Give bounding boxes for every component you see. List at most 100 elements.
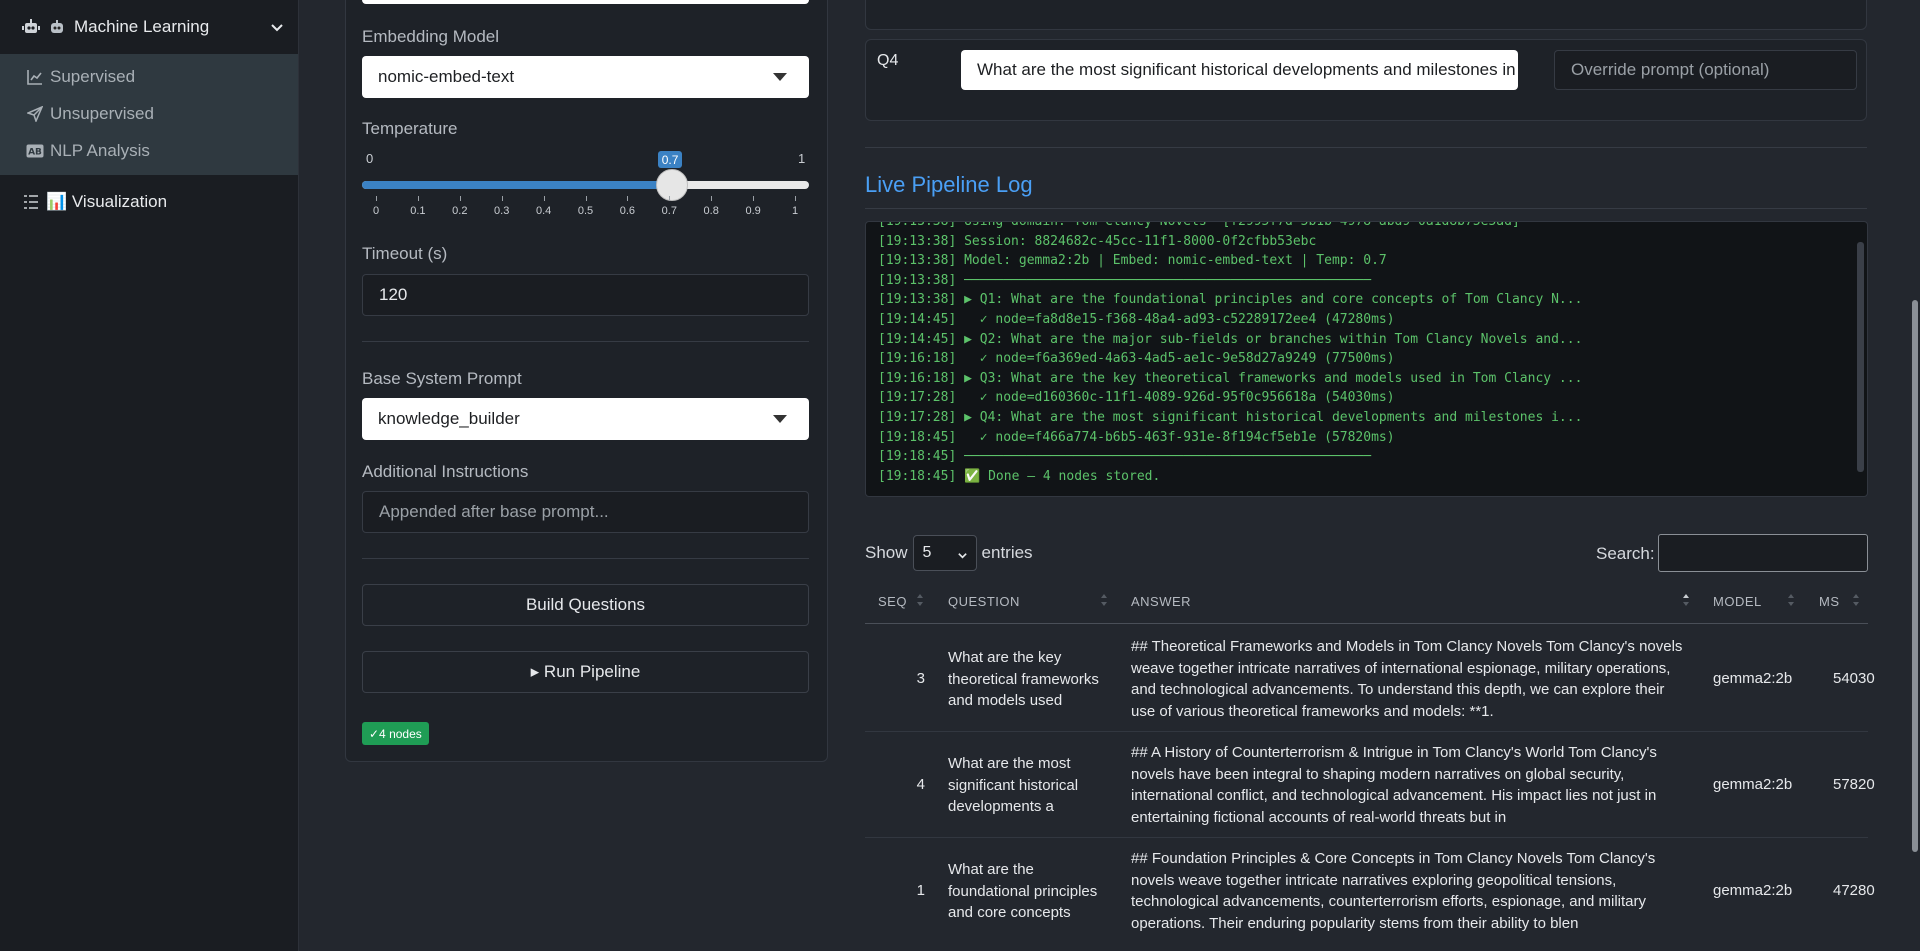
slider-tick-label: 0.6 — [619, 205, 636, 217]
log-line: [19:13:38] Using domain: Tom Clancy Nove… — [878, 221, 1520, 229]
row-divider — [865, 731, 1868, 732]
log-line: [19:18:45] ─────────────────────────────… — [878, 449, 1372, 465]
additional-instructions-placeholder: Appended after base prompt... — [379, 502, 609, 521]
svg-text:AB: AB — [28, 147, 42, 157]
sidebar-group-label: Machine Learning — [74, 17, 210, 36]
run-pipeline-button[interactable]: ▸ Run Pipeline — [362, 651, 809, 693]
cell-model: gemma2:2b — [1713, 882, 1793, 899]
question-input[interactable]: What are the most significant historical… — [961, 50, 1518, 90]
slider-tick — [376, 196, 377, 201]
override-prompt-input[interactable]: Override prompt (optional) — [1554, 50, 1857, 90]
table-header-divider — [865, 623, 1868, 624]
slider-tick — [795, 196, 796, 201]
robot-icon — [22, 18, 40, 36]
line-chart-icon — [26, 68, 44, 86]
cell-model: gemma2:2b — [1713, 670, 1793, 687]
divider — [865, 147, 1867, 148]
temperature-label: Temperature — [362, 119, 458, 138]
embedding-model-select[interactable]: nomic-embed-text — [362, 56, 809, 98]
divider — [865, 208, 1867, 209]
temperature-slider-track[interactable] — [362, 181, 809, 189]
sidebar-submenu: Supervised Unsupervised AB NLP Analysis — [0, 54, 298, 175]
slider-tick — [627, 196, 629, 201]
sidebar-item-supervised[interactable]: Supervised — [0, 58, 298, 95]
slider-tick — [753, 196, 755, 201]
temperature-value-badge: 0.7 — [657, 151, 683, 168]
timeout-value: 120 — [379, 285, 408, 304]
log-line: [19:17:28] ▶ Q4: What are the most signi… — [878, 410, 1583, 425]
override-prompt-placeholder: Override prompt (optional) — [1571, 60, 1770, 79]
slider-tick — [711, 196, 713, 201]
caret-down-icon — [773, 415, 787, 423]
temperature-slider-handle[interactable] — [655, 169, 688, 201]
top-select-cutoff[interactable] — [362, 0, 809, 4]
caret-down-icon — [773, 73, 787, 81]
slider-tick — [501, 196, 503, 201]
sidebar-item-nlp-analysis[interactable]: AB NLP Analysis — [0, 132, 298, 169]
nodes-status-badge: ✓4 nodes — [362, 722, 429, 745]
robot-emoji-icon — [48, 18, 66, 36]
entries-per-page-value: 5 — [922, 544, 932, 561]
column-header-ms[interactable]: MS — [1819, 594, 1840, 609]
sidebar-group-machine-learning[interactable]: Machine Learning — [0, 0, 298, 54]
question-value: What are the most significant historical… — [977, 60, 1518, 79]
temperature-max: 1 — [798, 151, 806, 166]
sort-icon[interactable] — [1852, 591, 1860, 609]
slider-tick-label: 0.1 — [410, 205, 426, 217]
chevron-down-icon[interactable] — [270, 20, 284, 34]
slider-tick — [669, 196, 671, 201]
sidebar-item-visualization[interactable]: 📊 Visualization — [0, 175, 298, 229]
sidebar: Machine Learning Supervised Unsupervised… — [0, 0, 299, 951]
cell-ms: 57820 — [1833, 776, 1875, 793]
page-scrollbar[interactable] — [1912, 300, 1918, 852]
log-line: [19:13:38] ─────────────────────────────… — [878, 272, 1372, 288]
timeout-input[interactable]: 120 — [362, 274, 809, 316]
slider-tick — [459, 196, 461, 201]
chevron-down-icon — [957, 548, 968, 566]
divider — [362, 558, 809, 559]
slider-tick — [417, 196, 419, 201]
sidebar-item-label: Unsupervised — [50, 103, 154, 123]
embedding-model-label: Embedding Model — [362, 27, 500, 46]
additional-instructions-label: Additional Instructions — [362, 462, 529, 481]
cell-question: What are the foundational principles and… — [948, 861, 1098, 921]
log-line: [19:13:38] Model: gemma2:2b | Embed: nom… — [878, 253, 1387, 269]
cell-model: gemma2:2b — [1713, 776, 1793, 793]
base-prompt-value: knowledge_builder — [378, 409, 520, 428]
slider-tick-label: 0.5 — [577, 205, 594, 217]
sidebar-item-label: NLP Analysis — [50, 140, 150, 160]
additional-instructions-input[interactable]: Appended after base prompt... — [362, 491, 809, 533]
temperature-min: 0 — [366, 151, 374, 166]
column-header-question[interactable]: QUESTION — [948, 594, 1020, 609]
sidebar-item-unsupervised[interactable]: Unsupervised — [0, 95, 298, 132]
entries-per-page-select[interactable]: 5 — [912, 535, 977, 571]
log-line: [19:18:45] ✅ Done — 4 nodes stored. — [878, 468, 1161, 484]
slider-tick-label: 0.2 — [452, 205, 468, 217]
sidebar-item-label: Supervised — [50, 66, 136, 86]
entries-label: entries — [981, 543, 1033, 562]
cell-answer: ## Foundation Principles & Core Concepts… — [1131, 850, 1656, 932]
slider-tick-label: 0.9 — [745, 205, 761, 217]
search-input[interactable] — [1658, 534, 1868, 572]
sort-icon[interactable] — [916, 591, 924, 609]
log-line: [19:14:45] ▶ Q2: What are the major sub-… — [878, 331, 1583, 347]
sort-ascending-icon[interactable] — [1682, 591, 1690, 609]
log-scrollbar[interactable] — [1857, 242, 1864, 472]
sort-icon[interactable] — [1787, 591, 1795, 609]
sort-icon[interactable] — [1100, 591, 1108, 609]
base-prompt-select[interactable]: knowledge_builder — [362, 398, 809, 440]
column-header-seq[interactable]: SEQ — [878, 594, 907, 609]
timeout-label: Timeout (s) — [362, 244, 448, 263]
pipeline-log[interactable]: [19:13:38] Using domain: Tom Clancy Nove… — [865, 221, 1868, 497]
log-line: [19:14:45] ✓ node=fa8d8e15-f368-48a4-ad9… — [878, 312, 1395, 327]
log-line: [19:13:38] ▶ Q1: What are the foundation… — [878, 292, 1583, 308]
log-line: [19:16:18] ✓ node=f6a369ed-4a63-4ad5-ae1… — [878, 351, 1395, 367]
column-header-answer[interactable]: ANSWER — [1131, 594, 1191, 609]
divider — [362, 341, 809, 342]
log-line: [19:16:18] ▶ Q3: What are the key theore… — [878, 370, 1583, 386]
cell-seq: 4 — [916, 776, 925, 793]
cell-seq: 1 — [916, 882, 925, 899]
column-header-model[interactable]: MODEL — [1713, 594, 1762, 609]
build-questions-button[interactable]: Build Questions — [362, 584, 809, 626]
show-label: Show — [865, 543, 908, 562]
